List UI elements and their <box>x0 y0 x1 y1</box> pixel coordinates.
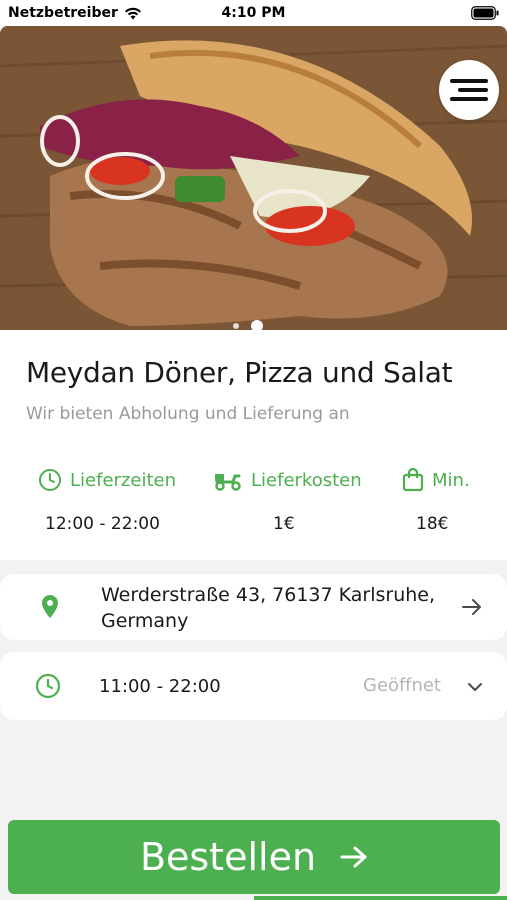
clock-icon <box>39 469 61 491</box>
scooter-icon <box>215 474 241 491</box>
address-card[interactable]: Werderstraße 43, 76137 Karlsruhe, German… <box>0 574 507 640</box>
restaurant-info: Meydan Döner, Pizza und Salat Wir bieten… <box>0 330 507 560</box>
open-status-label: Geöffnet <box>363 675 441 696</box>
hamburger-menu-icon <box>450 79 488 101</box>
minimum-value: 18€ <box>416 514 449 534</box>
clock-icon <box>35 673 61 699</box>
arrow-right-icon[interactable] <box>461 598 483 616</box>
restaurant-name: Meydan Döner, Pizza und Salat <box>26 356 453 389</box>
shopping-bag-icon <box>402 468 424 492</box>
delivery-times-value: 12:00 - 22:00 <box>45 514 160 534</box>
arrow-right-icon <box>340 846 367 868</box>
minimum-label: Min. <box>432 469 470 491</box>
image-pager[interactable] <box>233 320 263 330</box>
home-indicator <box>254 896 507 900</box>
pager-dot-active[interactable] <box>251 320 263 330</box>
status-time: 4:10 PM <box>221 5 286 21</box>
stat-minimum: Min. 18€ <box>402 468 470 534</box>
address-text: Werderstraße 43, 76137 Karlsruhe, German… <box>101 584 436 632</box>
delivery-cost-value: 1€ <box>273 514 295 534</box>
hero-image[interactable] <box>0 26 507 330</box>
doner-illustration <box>0 26 507 330</box>
delivery-stats: Lieferzeiten 12:00 - 22:00 Lieferkosten … <box>0 468 507 534</box>
status-bar: Netzbetreiber 4:10 PM <box>0 0 507 26</box>
location-pin-icon <box>42 595 58 618</box>
battery-icon <box>471 6 499 20</box>
order-button[interactable]: Bestellen <box>8 820 500 894</box>
order-button-label: Bestellen <box>139 835 317 879</box>
stat-delivery-cost: Lieferkosten 1€ <box>213 468 362 534</box>
chevron-down-icon[interactable] <box>467 682 483 692</box>
pager-dot[interactable] <box>233 323 239 329</box>
menu-button[interactable] <box>439 60 499 120</box>
opening-hours-card[interactable]: 11:00 - 22:00 Geöffnet <box>0 652 507 720</box>
opening-hours-text: 11:00 - 22:00 <box>99 676 221 697</box>
delivery-cost-label: Lieferkosten <box>251 469 362 491</box>
restaurant-tagline: Wir bieten Abholung und Lieferung an <box>26 404 350 424</box>
stat-delivery-times: Lieferzeiten 12:00 - 22:00 <box>38 468 176 534</box>
delivery-times-label: Lieferzeiten <box>70 469 176 491</box>
